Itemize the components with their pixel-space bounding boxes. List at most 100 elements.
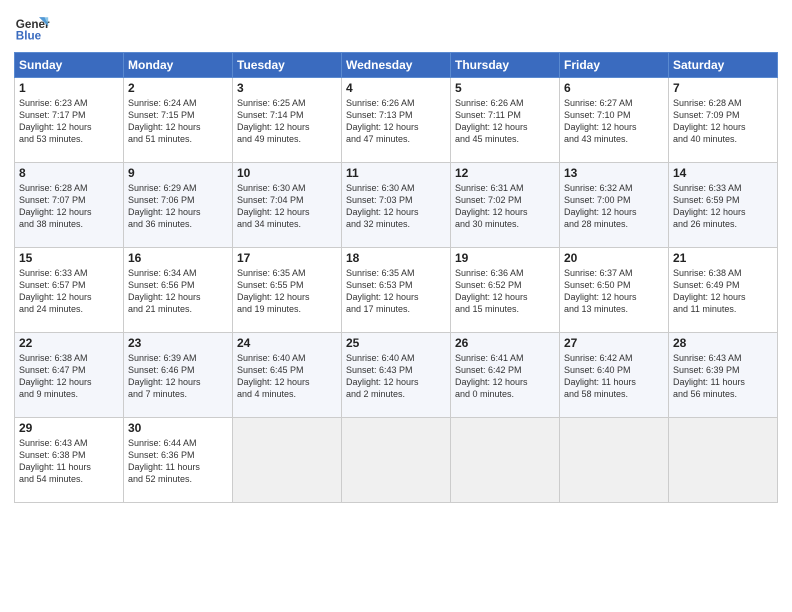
day-number: 18 xyxy=(346,251,446,265)
table-row xyxy=(342,418,451,503)
table-row xyxy=(451,418,560,503)
day-number: 26 xyxy=(455,336,555,350)
day-number: 29 xyxy=(19,421,119,435)
day-info: Sunrise: 6:27 AM Sunset: 7:10 PM Dayligh… xyxy=(564,97,664,146)
table-row: 19 Sunrise: 6:36 AM Sunset: 6:52 PM Dayli… xyxy=(451,248,560,333)
col-header-monday: Monday xyxy=(124,53,233,78)
day-number: 5 xyxy=(455,81,555,95)
calendar-week-4: 29 Sunrise: 6:43 AM Sunset: 6:38 PM Dayli… xyxy=(15,418,778,503)
day-number: 25 xyxy=(346,336,446,350)
day-number: 1 xyxy=(19,81,119,95)
day-number: 9 xyxy=(128,166,228,180)
day-info: Sunrise: 6:40 AM Sunset: 6:45 PM Dayligh… xyxy=(237,352,337,401)
day-info: Sunrise: 6:28 AM Sunset: 7:07 PM Dayligh… xyxy=(19,182,119,231)
calendar-week-2: 15 Sunrise: 6:33 AM Sunset: 6:57 PM Dayli… xyxy=(15,248,778,333)
calendar-table: SundayMondayTuesdayWednesdayThursdayFrid… xyxy=(14,52,778,503)
table-row xyxy=(233,418,342,503)
day-info: Sunrise: 6:25 AM Sunset: 7:14 PM Dayligh… xyxy=(237,97,337,146)
day-info: Sunrise: 6:43 AM Sunset: 6:39 PM Dayligh… xyxy=(673,352,773,401)
table-row: 29 Sunrise: 6:43 AM Sunset: 6:38 PM Dayli… xyxy=(15,418,124,503)
col-header-friday: Friday xyxy=(560,53,669,78)
day-number: 10 xyxy=(237,166,337,180)
col-header-tuesday: Tuesday xyxy=(233,53,342,78)
day-info: Sunrise: 6:35 AM Sunset: 6:55 PM Dayligh… xyxy=(237,267,337,316)
table-row: 28 Sunrise: 6:43 AM Sunset: 6:39 PM Dayli… xyxy=(669,333,778,418)
day-number: 16 xyxy=(128,251,228,265)
col-header-saturday: Saturday xyxy=(669,53,778,78)
day-info: Sunrise: 6:44 AM Sunset: 6:36 PM Dayligh… xyxy=(128,437,228,486)
day-info: Sunrise: 6:29 AM Sunset: 7:06 PM Dayligh… xyxy=(128,182,228,231)
table-row: 18Sunrise: 6:35 AM Sunset: 6:53 PM Dayli… xyxy=(342,248,451,333)
day-info: Sunrise: 6:36 AM Sunset: 6:52 PM Dayligh… xyxy=(455,267,555,316)
day-number: 11 xyxy=(346,166,446,180)
day-info: Sunrise: 6:24 AM Sunset: 7:15 PM Dayligh… xyxy=(128,97,228,146)
day-info: Sunrise: 6:34 AM Sunset: 6:56 PM Dayligh… xyxy=(128,267,228,316)
table-row: 14Sunrise: 6:33 AM Sunset: 6:59 PM Dayli… xyxy=(669,163,778,248)
day-number: 30 xyxy=(128,421,228,435)
day-number: 8 xyxy=(19,166,119,180)
day-info: Sunrise: 6:37 AM Sunset: 6:50 PM Dayligh… xyxy=(564,267,664,316)
table-row: 2 Sunrise: 6:24 AM Sunset: 7:15 PM Daylig… xyxy=(124,78,233,163)
day-number: 2 xyxy=(128,81,228,95)
table-row: 10Sunrise: 6:30 AM Sunset: 7:04 PM Dayli… xyxy=(233,163,342,248)
day-number: 19 xyxy=(455,251,555,265)
day-number: 12 xyxy=(455,166,555,180)
table-row: 5 Sunrise: 6:26 AM Sunset: 7:11 PM Daylig… xyxy=(451,78,560,163)
table-row: 15 Sunrise: 6:33 AM Sunset: 6:57 PM Dayli… xyxy=(15,248,124,333)
day-info: Sunrise: 6:32 AM Sunset: 7:00 PM Dayligh… xyxy=(564,182,664,231)
table-row: 12 Sunrise: 6:31 AM Sunset: 7:02 PM Dayli… xyxy=(451,163,560,248)
table-row: 13 Sunrise: 6:32 AM Sunset: 7:00 PM Dayli… xyxy=(560,163,669,248)
day-number: 15 xyxy=(19,251,119,265)
table-row: 25 Sunrise: 6:40 AM Sunset: 6:43 PM Dayli… xyxy=(342,333,451,418)
day-info: Sunrise: 6:41 AM Sunset: 6:42 PM Dayligh… xyxy=(455,352,555,401)
table-row: 21 Sunrise: 6:38 AM Sunset: 6:49 PM Dayli… xyxy=(669,248,778,333)
table-row xyxy=(669,418,778,503)
day-number: 3 xyxy=(237,81,337,95)
day-number: 4 xyxy=(346,81,446,95)
day-info: Sunrise: 6:39 AM Sunset: 6:46 PM Dayligh… xyxy=(128,352,228,401)
calendar-week-1: 8 Sunrise: 6:28 AM Sunset: 7:07 PM Daylig… xyxy=(15,163,778,248)
col-header-wednesday: Wednesday xyxy=(342,53,451,78)
table-row: 26 Sunrise: 6:41 AM Sunset: 6:42 PM Dayli… xyxy=(451,333,560,418)
day-info: Sunrise: 6:26 AM Sunset: 7:11 PM Dayligh… xyxy=(455,97,555,146)
day-info: Sunrise: 6:43 AM Sunset: 6:38 PM Dayligh… xyxy=(19,437,119,486)
col-header-sunday: Sunday xyxy=(15,53,124,78)
table-row: 16 Sunrise: 6:34 AM Sunset: 6:56 PM Dayli… xyxy=(124,248,233,333)
table-row: 20Sunrise: 6:37 AM Sunset: 6:50 PM Dayli… xyxy=(560,248,669,333)
day-info: Sunrise: 6:28 AM Sunset: 7:09 PM Dayligh… xyxy=(673,97,773,146)
day-number: 23 xyxy=(128,336,228,350)
day-number: 22 xyxy=(19,336,119,350)
day-info: Sunrise: 6:33 AM Sunset: 6:57 PM Dayligh… xyxy=(19,267,119,316)
table-row: 27 Sunrise: 6:42 AM Sunset: 6:40 PM Dayli… xyxy=(560,333,669,418)
logo-icon: General Blue xyxy=(14,10,50,46)
day-number: 21 xyxy=(673,251,773,265)
table-row: 24 Sunrise: 6:40 AM Sunset: 6:45 PM Dayli… xyxy=(233,333,342,418)
table-row: 8 Sunrise: 6:28 AM Sunset: 7:07 PM Daylig… xyxy=(15,163,124,248)
day-number: 7 xyxy=(673,81,773,95)
day-info: Sunrise: 6:42 AM Sunset: 6:40 PM Dayligh… xyxy=(564,352,664,401)
table-row: 7 Sunrise: 6:28 AM Sunset: 7:09 PM Daylig… xyxy=(669,78,778,163)
page-header: General Blue xyxy=(14,10,778,46)
day-info: Sunrise: 6:23 AM Sunset: 7:17 PM Dayligh… xyxy=(19,97,119,146)
table-row: 22 Sunrise: 6:38 AM Sunset: 6:47 PM Dayli… xyxy=(15,333,124,418)
day-number: 14 xyxy=(673,166,773,180)
table-row: 23 Sunrise: 6:39 AM Sunset: 6:46 PM Dayli… xyxy=(124,333,233,418)
day-info: Sunrise: 6:38 AM Sunset: 6:49 PM Dayligh… xyxy=(673,267,773,316)
table-row: 9 Sunrise: 6:29 AM Sunset: 7:06 PM Daylig… xyxy=(124,163,233,248)
day-number: 24 xyxy=(237,336,337,350)
day-number: 13 xyxy=(564,166,664,180)
table-row: 1 Sunrise: 6:23 AM Sunset: 7:17 PM Daylig… xyxy=(15,78,124,163)
table-row: 17 Sunrise: 6:35 AM Sunset: 6:55 PM Dayli… xyxy=(233,248,342,333)
day-number: 27 xyxy=(564,336,664,350)
table-row: 3 Sunrise: 6:25 AM Sunset: 7:14 PM Daylig… xyxy=(233,78,342,163)
day-info: Sunrise: 6:26 AM Sunset: 7:13 PM Dayligh… xyxy=(346,97,446,146)
day-info: Sunrise: 6:31 AM Sunset: 7:02 PM Dayligh… xyxy=(455,182,555,231)
logo: General Blue xyxy=(14,10,54,46)
day-info: Sunrise: 6:38 AM Sunset: 6:47 PM Dayligh… xyxy=(19,352,119,401)
day-info: Sunrise: 6:40 AM Sunset: 6:43 PM Dayligh… xyxy=(346,352,446,401)
svg-text:Blue: Blue xyxy=(16,30,42,43)
table-row xyxy=(560,418,669,503)
table-row: 11Sunrise: 6:30 AM Sunset: 7:03 PM Dayli… xyxy=(342,163,451,248)
day-number: 17 xyxy=(237,251,337,265)
day-number: 28 xyxy=(673,336,773,350)
